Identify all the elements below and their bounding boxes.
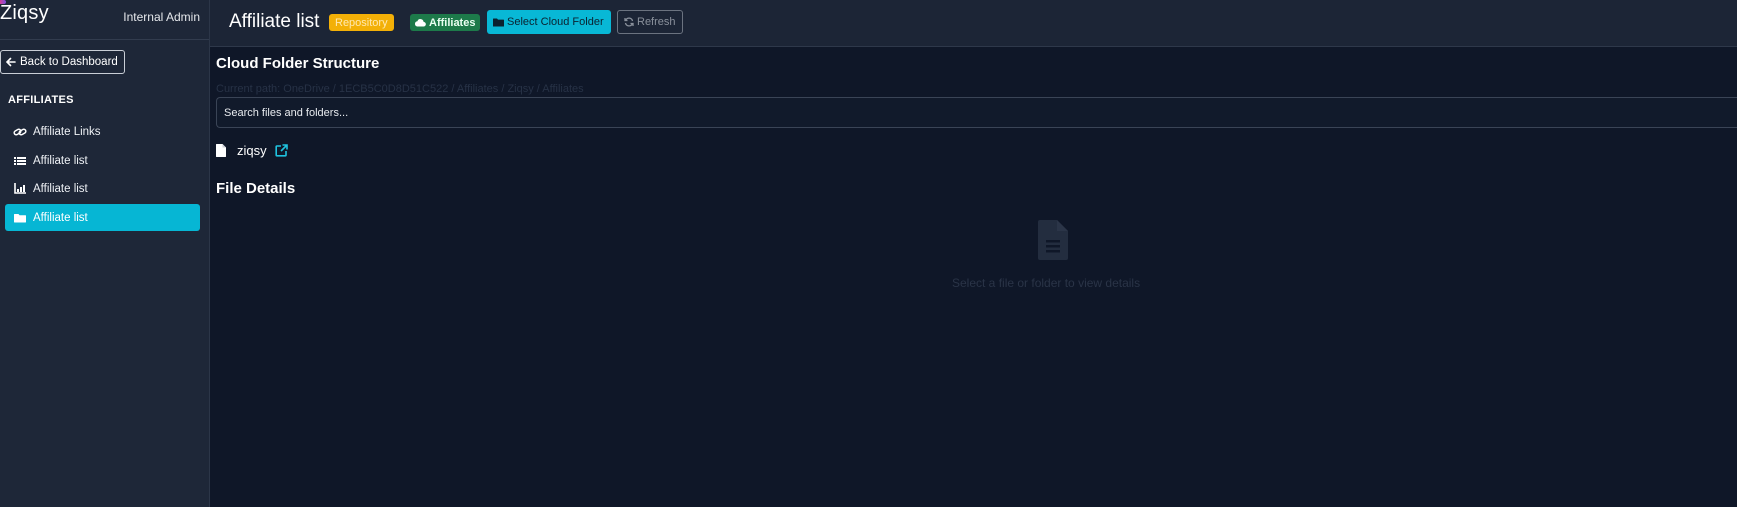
folder-open-icon (493, 18, 504, 26)
external-link-icon[interactable] (275, 143, 288, 157)
sidebar-item-affiliate-list-3[interactable]: Affiliate list (5, 204, 200, 231)
file-placeholder-icon (1038, 220, 1068, 260)
sidebar-item-label: Affiliate list (33, 211, 88, 224)
sidebar-item-affiliate-links[interactable]: Affiliate Links (5, 118, 200, 145)
sidebar-section-title: AFFILIATES (8, 94, 74, 106)
back-to-dashboard-button[interactable]: Back to Dashboard (0, 50, 125, 74)
cloud-icon (414, 19, 426, 27)
select-cloud-folder-label: Select Cloud Folder (507, 16, 604, 28)
cloud-folder-structure-heading: Cloud Folder Structure (216, 55, 380, 72)
refresh-icon (624, 17, 634, 27)
sidebar-item-affiliate-list-1[interactable]: Affiliate list (5, 147, 200, 174)
file-icon (216, 143, 226, 157)
current-path-text: Current path: OneDrive / 1ECB5C0D8D51C52… (216, 83, 584, 95)
list-icon (12, 156, 28, 166)
app-root: Ziqsy Internal Admin Back to Dashboard A… (0, 0, 1737, 507)
affiliates-badge-label: Affiliates (429, 16, 476, 29)
back-to-dashboard-label: Back to Dashboard (20, 56, 118, 68)
sidebar-header: Ziqsy Internal Admin (0, 0, 209, 40)
tree-item-name: ziqsy (237, 142, 267, 158)
affiliates-badge: Affiliates (410, 14, 481, 31)
sidebar-item-affiliate-list-2[interactable]: Affiliate list (5, 175, 200, 202)
arrow-left-icon (6, 57, 16, 67)
top-bar: Affiliate list Repository Affiliates Sel… (210, 0, 1737, 47)
link-icon (12, 126, 28, 138)
user-role: Internal Admin (123, 10, 200, 24)
tree-item[interactable]: ziqsy (216, 141, 288, 159)
repository-badge: Repository (329, 14, 394, 31)
page-title: Affiliate list (229, 11, 320, 32)
sidebar-item-label: Affiliate list (33, 182, 88, 195)
sidebar: Ziqsy Internal Admin Back to Dashboard A… (0, 0, 210, 507)
file-details-heading: File Details (216, 180, 296, 197)
select-cloud-folder-button[interactable]: Select Cloud Folder (487, 10, 611, 34)
folder-icon (12, 213, 28, 223)
search-input[interactable] (216, 97, 1737, 128)
refresh-button[interactable]: Refresh (617, 10, 683, 34)
sidebar-item-label: Affiliate list (33, 154, 88, 167)
file-details-empty-text: Select a file or folder to view details (952, 276, 1141, 290)
brand-logo[interactable]: Ziqsy (0, 2, 49, 25)
chart-icon (12, 183, 28, 194)
sidebar-item-label: Affiliate Links (33, 125, 101, 138)
refresh-label: Refresh (637, 16, 676, 28)
